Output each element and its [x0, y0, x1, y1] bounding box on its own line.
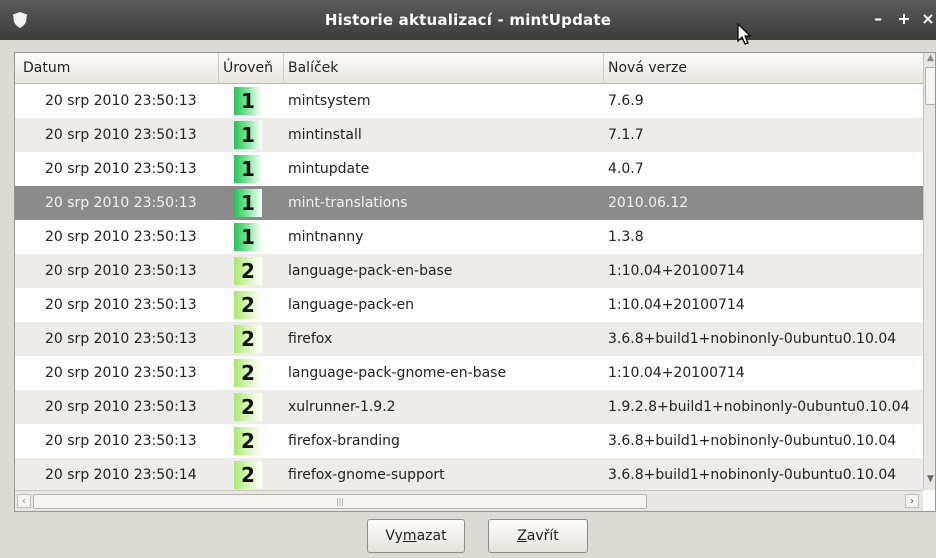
table-row[interactable]: 20 srp 2010 23:50:13 2 xulrunner-1.9.2 1.9.… — [15, 390, 923, 424]
row-new-version: 1.9.2.8+build1+nobinonly-0ubuntu0.10.04 — [608, 399, 910, 415]
horizontal-scrollbar[interactable]: ‹ ||| › — [15, 490, 923, 511]
row-package: firefox-branding — [288, 433, 400, 449]
mouse-pointer-icon — [737, 23, 752, 45]
column-header-level[interactable]: Úroveň — [219, 53, 284, 84]
title-bar[interactable]: Historie aktualizací - mintUpdate – + × — [0, 0, 936, 40]
table-row[interactable]: 20 srp 2010 23:50:13 1 mintsystem 7.6.9 — [15, 84, 923, 118]
row-level-badge: 2 — [234, 461, 262, 489]
row-package: mint-translations — [288, 195, 408, 211]
history-window: Historie aktualizací - mintUpdate – + × … — [0, 0, 936, 558]
row-package: firefox-gnome-support — [288, 467, 445, 483]
row-level-badge: 2 — [234, 427, 262, 455]
vertical-scrollbar[interactable]: ▲ ▼ — [923, 53, 935, 490]
vertical-scroll-thumb[interactable] — [925, 67, 935, 105]
row-new-version: 1:10.04+20100714 — [608, 263, 745, 279]
table-row[interactable]: 20 srp 2010 23:50:13 2 firefox-branding 3.6… — [15, 424, 923, 458]
clear-button-label-start: Vy — [385, 528, 403, 544]
row-date: 20 srp 2010 23:50:14 — [45, 467, 197, 483]
window-title: Historie aktualizací - mintUpdate — [324, 11, 612, 29]
row-new-version: 1:10.04+20100714 — [608, 297, 745, 313]
table-row[interactable]: 20 srp 2010 23:50:14 2 firefox-gnome-suppo… — [15, 458, 923, 490]
row-new-version: 1.3.8 — [608, 229, 644, 245]
minimize-button[interactable]: – — [868, 9, 888, 29]
close-button-label-end: avřít — [526, 528, 559, 544]
column-header-package[interactable]: Balíček — [284, 53, 604, 84]
table-row[interactable]: 20 srp 2010 23:50:13 2 language-pack-en 1:1… — [15, 288, 923, 322]
row-new-version: 7.1.7 — [608, 127, 644, 143]
close-button-mnemonic: Z — [517, 528, 527, 544]
row-level-badge: 1 — [234, 87, 262, 115]
table-row[interactable]: 20 srp 2010 23:50:13 2 firefox 3.6.8+build1… — [15, 322, 923, 356]
column-header-new-version[interactable]: Nová verze — [604, 53, 923, 84]
close-window-button[interactable]: × — [918, 9, 936, 29]
list-header: Datum Úroveň Balíček Nová verze — [15, 53, 923, 84]
row-level-badge: 1 — [234, 189, 262, 217]
row-level-badge: 2 — [234, 359, 262, 387]
row-date: 20 srp 2010 23:50:13 — [45, 161, 197, 177]
table-row[interactable]: 20 srp 2010 23:50:13 1 mintinstall 7.1.7 — [15, 118, 923, 152]
row-new-version: 3.6.8+build1+nobinonly-0ubuntu0.10.04 — [608, 467, 897, 483]
row-date: 20 srp 2010 23:50:13 — [45, 433, 197, 449]
row-new-version: 1:10.04+20100714 — [608, 365, 745, 381]
scroll-down-icon[interactable]: ▼ — [924, 474, 935, 488]
row-level-badge: 2 — [234, 257, 262, 285]
row-date: 20 srp 2010 23:50:13 — [45, 127, 197, 143]
row-level-badge: 2 — [234, 393, 262, 421]
clear-button[interactable]: Vymazat — [367, 519, 465, 553]
row-new-version: 4.0.7 — [608, 161, 644, 177]
row-new-version: 3.6.8+build1+nobinonly-0ubuntu0.10.04 — [608, 331, 897, 347]
table-row[interactable]: 20 srp 2010 23:50:13 2 language-pack-en-ba… — [15, 254, 923, 288]
row-date: 20 srp 2010 23:50:13 — [45, 399, 197, 415]
row-date: 20 srp 2010 23:50:13 — [45, 331, 197, 347]
scroll-left-icon[interactable]: ‹ — [17, 494, 31, 508]
row-package: xulrunner-1.9.2 — [288, 399, 396, 415]
row-date: 20 srp 2010 23:50:13 — [45, 93, 197, 109]
scroll-right-icon[interactable]: › — [905, 494, 919, 508]
table-row[interactable]: 20 srp 2010 23:50:13 1 mint-translations 20… — [15, 186, 923, 220]
row-level-badge: 2 — [234, 325, 262, 353]
clear-button-mnemonic: m — [402, 528, 417, 544]
row-date: 20 srp 2010 23:50:13 — [45, 263, 197, 279]
row-package: firefox — [288, 331, 333, 347]
row-level-badge: 1 — [234, 121, 262, 149]
row-package: mintsystem — [288, 93, 371, 109]
row-level-badge: 1 — [234, 223, 262, 251]
column-header-date[interactable]: Datum — [15, 53, 219, 84]
horizontal-scroll-thumb[interactable]: ||| — [33, 494, 647, 509]
row-package: language-pack-gnome-en-base — [288, 365, 507, 381]
row-date: 20 srp 2010 23:50:13 — [45, 297, 197, 313]
row-package: language-pack-en — [288, 297, 415, 313]
row-date: 20 srp 2010 23:50:13 — [45, 229, 197, 245]
scroll-up-icon[interactable]: ▲ — [924, 53, 935, 67]
table-row[interactable]: 20 srp 2010 23:50:13 1 mintnanny 1.3.8 — [15, 220, 923, 254]
table-row[interactable]: 20 srp 2010 23:50:13 1 mintupdate 4.0.7 — [15, 152, 923, 186]
row-package: mintinstall — [288, 127, 362, 143]
row-date: 20 srp 2010 23:50:13 — [45, 195, 197, 211]
row-new-version: 7.6.9 — [608, 93, 644, 109]
row-package: language-pack-en-base — [288, 263, 453, 279]
row-new-version: 3.6.8+build1+nobinonly-0ubuntu0.10.04 — [608, 433, 897, 449]
row-level-badge: 1 — [234, 155, 262, 183]
close-button[interactable]: Zavřít — [488, 519, 588, 553]
list-rows: 20 srp 2010 23:50:13 1 mintsystem 7.6.9 20 s… — [15, 84, 923, 490]
row-package: mintupdate — [288, 161, 370, 177]
row-date: 20 srp 2010 23:50:13 — [45, 365, 197, 381]
update-history-list[interactable]: Datum Úroveň Balíček Nová verze 20 srp 2… — [14, 52, 936, 512]
row-level-badge: 2 — [234, 291, 262, 319]
maximize-button[interactable]: + — [894, 9, 914, 29]
row-new-version: 2010.06.12 — [608, 195, 689, 211]
row-package: mintnanny — [288, 229, 364, 245]
clear-button-label-end: azat — [416, 528, 447, 544]
table-row[interactable]: 20 srp 2010 23:50:13 2 language-pack-gnome… — [15, 356, 923, 390]
